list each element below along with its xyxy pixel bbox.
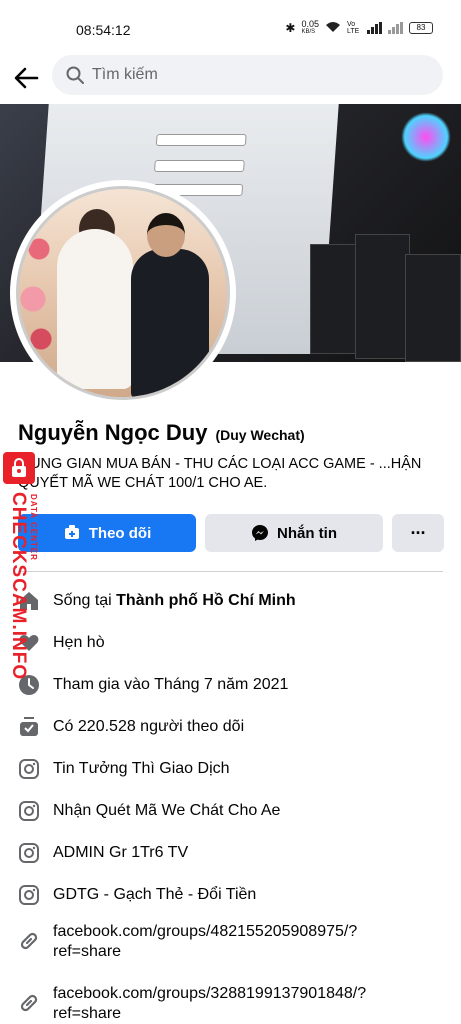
instagram-icon (18, 842, 40, 864)
cover-neon-light (401, 112, 451, 162)
detail-label: Hẹn hò (53, 634, 105, 651)
net-speed: 0.05 KB/S (301, 20, 319, 36)
profile-bio: ...UNG GIAN MUA BÁN - THU CÁC LOẠI ACC G… (18, 456, 422, 491)
messenger-icon (252, 525, 268, 541)
status-time: 08:54:12 (76, 22, 131, 38)
follow-button[interactable]: Theo dõi (18, 514, 196, 552)
link-icon (18, 930, 40, 952)
detail-instagram-3: ADMIN Gr 1Tr6 TV (18, 832, 443, 874)
net-speed-value: 0.05 (301, 19, 319, 29)
profile-avatar[interactable] (10, 180, 236, 406)
back-button[interactable] (10, 62, 42, 94)
watermark-text: CHECKSCAM.INFO (8, 492, 29, 681)
volte-label: Vo LTE (347, 21, 360, 35)
profile-alt-name: (Duy Wechat) (215, 427, 305, 443)
follow-label: Theo dõi (88, 524, 152, 542)
link-text[interactable]: facebook.com/groups/482155205908975/? ref… (53, 922, 357, 962)
cover-box (405, 254, 461, 362)
net-speed-unit: KB/S (301, 29, 316, 35)
status-icons: ✱ 0.05 KB/S Vo LTE 83 (285, 20, 433, 36)
link-line2: ref=share (53, 943, 122, 960)
detail-joined: Tham gia vào Tháng 7 năm 2021 (18, 664, 443, 706)
link-icon (18, 992, 40, 1014)
detail-label[interactable]: Có 220.528 người theo dõi (53, 718, 244, 736)
message-button[interactable]: Nhắn tin (205, 514, 383, 552)
signal-icon (367, 22, 382, 34)
link-line1: facebook.com/groups/3288199137901848/? (53, 985, 367, 1002)
profile-details: Sống tại Thành phố Hồ Chí Minh Hẹn hò Th… (18, 580, 443, 1024)
detail-instagram-1: Tin Tưởng Thì Giao Dịch (18, 748, 443, 790)
profile-name-line: Nguyễn Ngọc Duy (Duy Wechat) (18, 420, 305, 446)
detail-bold[interactable]: Thành phố Hồ Chí Minh (116, 592, 296, 609)
action-buttons: Theo dõi Nhắn tin ··· (18, 514, 444, 552)
more-options-button[interactable]: ··· (392, 514, 444, 552)
search-icon (66, 66, 84, 84)
more-icon: ··· (410, 522, 427, 543)
detail-lives-in: Sống tại Thành phố Hồ Chí Minh (18, 580, 443, 622)
cover-box (355, 234, 410, 359)
section-divider (18, 571, 443, 572)
message-label: Nhắn tin (277, 524, 337, 542)
detail-label: Tham gia vào Tháng 7 năm 2021 (53, 676, 289, 693)
avatar-photo (16, 186, 230, 400)
detail-label[interactable]: ADMIN Gr 1Tr6 TV (53, 844, 188, 862)
watermark-subtext: DATA CENTER (29, 494, 38, 561)
instagram-icon (18, 758, 40, 780)
followers-icon (18, 716, 40, 738)
link-line2: ref=share (53, 1005, 122, 1022)
arrow-left-icon (14, 67, 39, 89)
lock-icon (3, 452, 35, 484)
detail-link-1[interactable]: facebook.com/groups/482155205908975/? ref… (18, 916, 443, 978)
instagram-icon (18, 800, 40, 822)
link-text[interactable]: facebook.com/groups/3288199137901848/? re… (53, 984, 366, 1024)
detail-instagram-2: Nhận Quét Mã We Chát Cho Ae (18, 790, 443, 832)
signal-icon-2 (388, 22, 403, 34)
top-bar: Tìm kiếm (0, 54, 461, 102)
detail-label: Sống tại Thành phố Hồ Chí Minh (53, 592, 296, 610)
checkscam-watermark: CHECKSCAM.INFO DATA CENTER (3, 452, 38, 680)
detail-label[interactable]: Nhận Quét Mã We Chát Cho Ae (53, 802, 280, 820)
status-bar: 08:54:12 ✱ 0.05 KB/S Vo LTE 83 (0, 0, 461, 54)
search-placeholder: Tìm kiếm (92, 66, 158, 83)
cover-box (310, 244, 360, 354)
instagram-icon (18, 884, 40, 906)
detail-prefix: Sống tại (53, 592, 117, 609)
battery-icon: 83 (409, 22, 433, 34)
battery-level: 83 (416, 23, 426, 32)
search-input[interactable]: Tìm kiếm (52, 55, 443, 95)
bluetooth-icon: ✱ (285, 21, 296, 35)
detail-followers: Có 220.528 người theo dõi (18, 706, 443, 748)
wifi-icon (325, 21, 341, 35)
detail-dating: Hẹn hò (18, 622, 443, 664)
detail-link-2[interactable]: facebook.com/groups/3288199137901848/? re… (18, 978, 443, 1024)
detail-label[interactable]: Tin Tưởng Thì Giao Dịch (53, 760, 230, 778)
profile-name: Nguyễn Ngọc Duy (18, 420, 208, 445)
detail-label[interactable]: GDTG - Gạch Thẻ - Đổi Tiền (53, 886, 256, 904)
detail-instagram-4: GDTG - Gạch Thẻ - Đổi Tiền (18, 874, 443, 916)
link-line1: facebook.com/groups/482155205908975/? (53, 923, 358, 940)
follow-icon (64, 525, 79, 539)
